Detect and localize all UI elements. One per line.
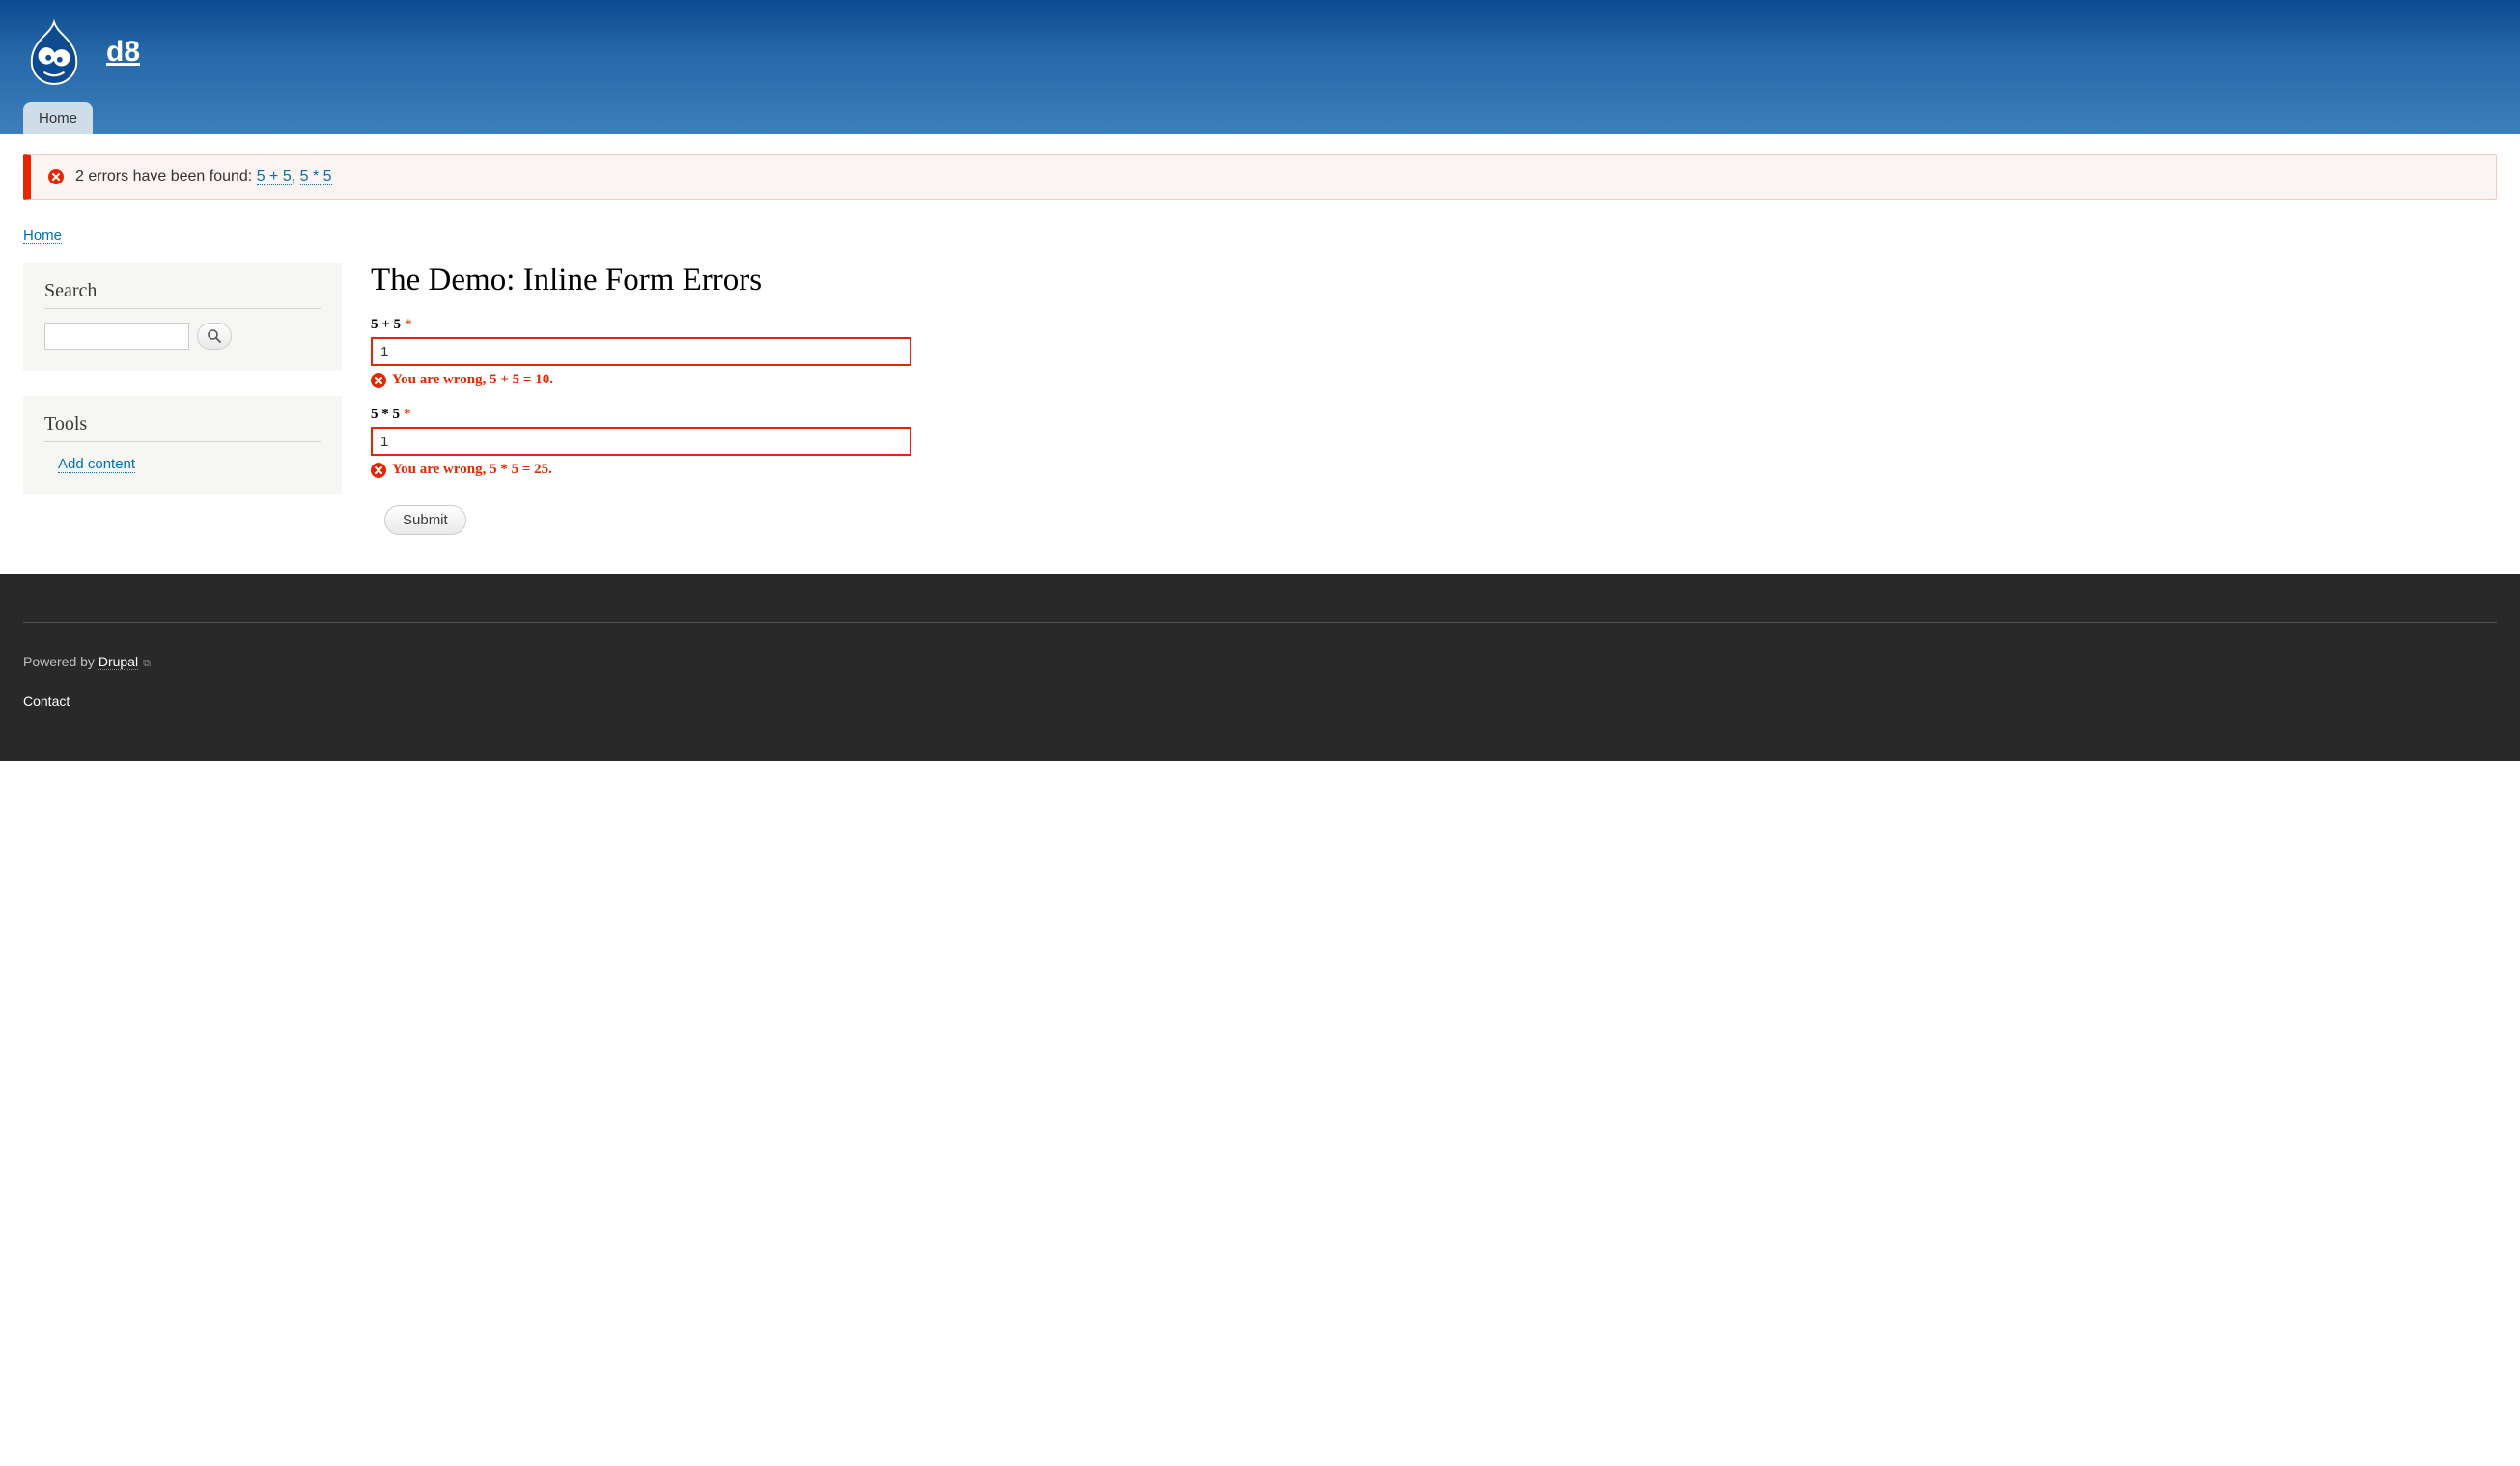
field1-input[interactable] (371, 337, 911, 366)
field1-error: You are wrong, 5 + 5 = 10. (371, 372, 2497, 388)
search-block-title: Search (44, 280, 321, 309)
powered-by-link[interactable]: Drupal (98, 654, 138, 670)
nav-tab-home[interactable]: Home (23, 102, 93, 134)
field2-error-text: You are wrong, 5 * 5 = 25. (392, 462, 552, 478)
field2-label: 5 * 5 (371, 407, 400, 422)
search-submit-button[interactable] (197, 323, 232, 350)
main-content: The Demo: Inline Form Errors 5 + 5 * You … (371, 263, 2497, 535)
search-input[interactable] (44, 323, 189, 350)
main-layout: Search Tools Add content (23, 263, 2497, 535)
breadcrumb-home[interactable]: Home (23, 227, 62, 244)
search-icon (207, 328, 222, 344)
breadcrumb: Home (23, 227, 2497, 243)
site-header: d8 Home (0, 0, 2520, 134)
field2-label-wrap: 5 * 5 * (371, 407, 411, 423)
form-item-1: 5 + 5 * You are wrong, 5 + 5 = 10. (371, 316, 2497, 388)
error-icon (371, 373, 386, 388)
form-item-2: 5 * 5 * You are wrong, 5 * 5 = 25. (371, 406, 2497, 478)
error-icon (48, 169, 64, 184)
tools-block: Tools Add content (23, 396, 342, 494)
error-summary-prefix: 2 errors have been found: (75, 168, 257, 184)
external-link-icon: ⧉ (140, 658, 151, 669)
error-link-1[interactable]: 5 + 5 (257, 168, 292, 185)
add-content-link[interactable]: Add content (58, 456, 135, 473)
required-marker: * (404, 407, 411, 422)
contact-link[interactable]: Contact (23, 693, 70, 709)
sidebar: Search Tools Add content (23, 263, 342, 520)
footer-divider (23, 622, 2497, 623)
drupal-drop-icon (24, 18, 84, 86)
list-item: Add content (44, 456, 321, 473)
site-name[interactable]: d8 (106, 36, 140, 69)
field1-label: 5 + 5 (371, 317, 401, 332)
field1-error-text: You are wrong, 5 + 5 = 10. (392, 372, 553, 388)
submit-button[interactable]: Submit (384, 505, 466, 535)
error-link-2[interactable]: 5 * 5 (300, 168, 332, 185)
field2-error: You are wrong, 5 * 5 = 25. (371, 462, 2497, 478)
footer-contact: Contact (23, 693, 2497, 709)
site-logo[interactable] (23, 17, 85, 87)
primary-nav: Home (23, 102, 2497, 134)
powered-by: Powered by Drupal ⧉ (23, 654, 2497, 670)
header-branding: d8 (23, 17, 2497, 87)
page-body: 2 errors have been found: 5 + 5, 5 * 5 H… (0, 134, 2520, 574)
required-marker: * (405, 317, 412, 332)
error-sep: , (292, 168, 300, 184)
field1-label-wrap: 5 + 5 * (371, 317, 412, 333)
tools-menu: Add content (44, 456, 321, 473)
error-summary-text: 2 errors have been found: 5 + 5, 5 * 5 (75, 168, 332, 185)
search-block: Search (23, 263, 342, 371)
tools-block-title: Tools (44, 413, 321, 442)
powered-by-prefix: Powered by (23, 654, 98, 669)
search-form (44, 323, 321, 350)
site-footer: Powered by Drupal ⧉ Contact (0, 574, 2520, 761)
error-summary: 2 errors have been found: 5 + 5, 5 * 5 (23, 154, 2497, 200)
field2-input[interactable] (371, 427, 911, 456)
page-title: The Demo: Inline Form Errors (371, 263, 2497, 298)
error-icon (371, 463, 386, 478)
